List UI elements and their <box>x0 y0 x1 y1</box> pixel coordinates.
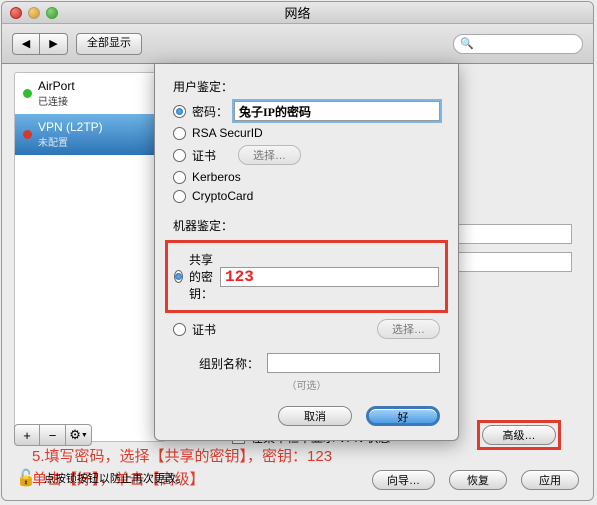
user-auth-label: 用户鉴定： <box>173 78 440 95</box>
status-dot-icon <box>23 89 32 98</box>
radio-cert2[interactable] <box>173 323 186 336</box>
restore-button[interactable]: 恢复 <box>449 470 507 490</box>
password-input[interactable] <box>234 101 440 121</box>
toolbar: ◀ ▶ 全部显示 🔍 <box>2 24 593 64</box>
sidebar: AirPort 已连接 VPN (L2TP) 未配置 <box>14 72 166 442</box>
shared-key-label: 共享的密钥： <box>189 251 214 302</box>
radio-cert[interactable] <box>173 149 186 162</box>
add-button[interactable]: + <box>14 424 40 446</box>
sidebar-item-sub: 未配置 <box>38 134 103 149</box>
action-button[interactable]: ⚙▼ <box>66 424 92 446</box>
radio-rsa[interactable] <box>173 127 186 140</box>
bg-field <box>452 252 572 272</box>
radio-rsa-label: RSA SecurID <box>192 126 263 140</box>
machine-auth-label: 机器鉴定： <box>173 217 440 234</box>
radio-kerberos-label: Kerberos <box>192 170 241 184</box>
sidebar-tools: + − ⚙▼ <box>14 424 92 446</box>
show-all-button[interactable]: 全部显示 <box>76 33 142 55</box>
search-input[interactable]: 🔍 <box>453 34 583 54</box>
choose-cert2-button[interactable]: 选择… <box>377 319 440 339</box>
sidebar-item-sub: 已连接 <box>38 93 75 108</box>
lock-text: 点按锁按钮以防止再次更改。 <box>44 470 187 486</box>
radio-cert-label: 证书 <box>192 147 216 164</box>
search-icon: 🔍 <box>460 37 474 50</box>
group-name-input[interactable] <box>267 353 440 373</box>
window-title: 网络 <box>2 3 593 22</box>
remove-button[interactable]: − <box>40 424 66 446</box>
radio-kerberos[interactable] <box>173 171 186 184</box>
sidebar-item-label: VPN (L2TP) <box>38 120 103 134</box>
shared-key-input[interactable] <box>220 267 439 287</box>
ok-button[interactable]: 好 <box>366 406 440 426</box>
bg-field <box>452 224 572 244</box>
radio-password[interactable] <box>173 105 186 118</box>
choose-cert-button[interactable]: 选择… <box>238 145 301 165</box>
lock-icon[interactable]: 🔓 <box>16 468 36 488</box>
shared-key-highlight: 共享的密钥： <box>165 240 448 313</box>
auth-sheet: 用户鉴定： 密码： RSA SecurID 证书 选择… Kerberos <box>154 64 459 441</box>
close-icon[interactable] <box>10 7 22 19</box>
status-dot-icon <box>23 130 32 139</box>
forward-button[interactable]: ▶ <box>40 33 68 55</box>
radio-cryptocard[interactable] <box>173 190 186 203</box>
apply-button[interactable]: 应用 <box>521 470 579 490</box>
zoom-icon[interactable] <box>46 7 58 19</box>
radio-cert2-label: 证书 <box>192 321 216 338</box>
wizard-button[interactable]: 向导… <box>372 470 435 490</box>
titlebar: 网络 <box>2 2 593 24</box>
minimize-icon[interactable] <box>28 7 40 19</box>
back-button[interactable]: ◀ <box>12 33 40 55</box>
radio-shared-key[interactable] <box>174 270 183 283</box>
optional-label: （可选） <box>173 377 440 392</box>
sidebar-item-label: AirPort <box>38 79 75 93</box>
gear-icon: ⚙ <box>69 427 81 443</box>
radio-cryptocard-label: CryptoCard <box>192 189 253 203</box>
advanced-button[interactable]: 高级… <box>482 425 556 445</box>
sidebar-item-vpn[interactable]: VPN (L2TP) 未配置 <box>15 114 165 155</box>
sidebar-item-airport[interactable]: AirPort 已连接 <box>15 73 165 114</box>
cancel-button[interactable]: 取消 <box>278 406 352 426</box>
group-name-label: 组别名称： <box>173 355 259 372</box>
radio-password-label: 密码： <box>192 103 228 120</box>
